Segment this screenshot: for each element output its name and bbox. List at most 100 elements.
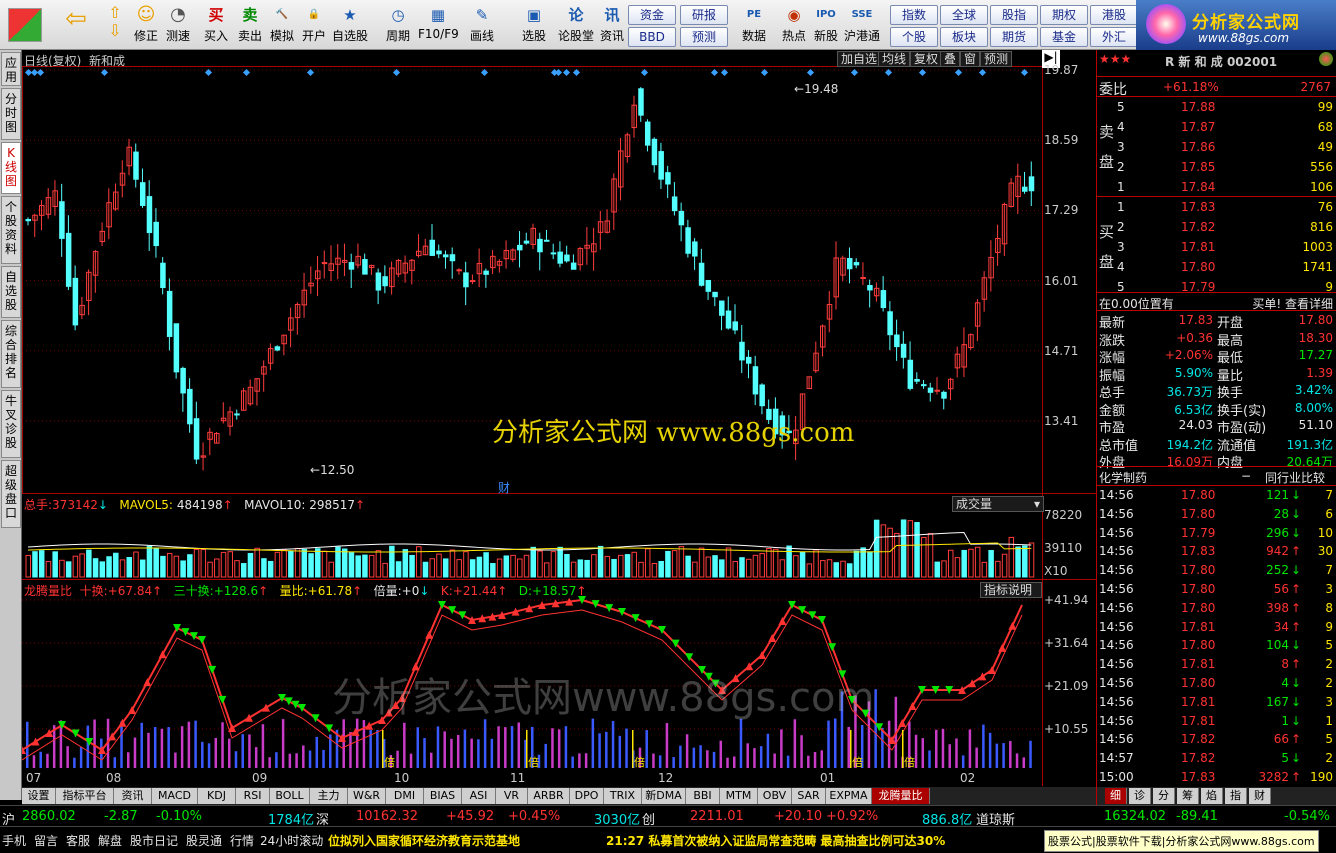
- indicator-tab-19[interactable]: OBV: [758, 788, 792, 804]
- indicator-tab-0[interactable]: 设置: [22, 788, 56, 804]
- bids-level-row[interactable]: 1 17.83 76: [1097, 197, 1336, 217]
- left-tab-super[interactable]: 超级盘口: [1, 460, 21, 528]
- draw-button[interactable]: ✎ 画线: [462, 4, 502, 48]
- f10-button[interactable]: ▦ F10/F9: [418, 4, 459, 48]
- signal-diamond-icon[interactable]: [562, 68, 571, 77]
- status-link-5[interactable]: 股灵通: [186, 832, 222, 849]
- period-button[interactable]: ◷ 周期: [378, 4, 418, 48]
- indicator-tab-14[interactable]: DPO: [570, 788, 604, 804]
- left-tab-kline[interactable]: K线图: [1, 142, 21, 194]
- signal-diamond-icon[interactable]: [954, 68, 963, 77]
- market-button-3-1[interactable]: 板块: [940, 27, 988, 47]
- indicator-tab-6[interactable]: BOLL: [270, 788, 310, 804]
- indicator-tab-11[interactable]: ASI: [462, 788, 496, 804]
- indicator-tab-7[interactable]: 主力: [310, 788, 348, 804]
- industry-row[interactable]: 化学制药 − 同行业比较: [1097, 466, 1336, 486]
- quote-tab-1[interactable]: 诊: [1129, 788, 1151, 804]
- status-link-3[interactable]: 解盘: [98, 832, 122, 849]
- market-button-3-4[interactable]: 外汇: [1090, 27, 1138, 47]
- quote-tab-2[interactable]: 分: [1153, 788, 1175, 804]
- news-ticker-2[interactable]: 21:27 私募首次被纳入证监局常查范畴 最高抽查比例可达30%: [606, 832, 945, 849]
- quote-tab-4[interactable]: 焰: [1201, 788, 1223, 804]
- indicator-tab-5[interactable]: RSI: [236, 788, 270, 804]
- asks-level-row[interactable]: 4 17.87 68: [1097, 117, 1336, 137]
- status-link-4[interactable]: 股市日记: [130, 832, 178, 849]
- indicator-tab-2[interactable]: 资讯: [114, 788, 152, 804]
- indicator-tab-8[interactable]: W&R: [348, 788, 386, 804]
- app-logo-icon[interactable]: [8, 8, 42, 42]
- left-tab-diagnose[interactable]: 牛叉诊股: [1, 390, 21, 458]
- market-button-2-4[interactable]: 港股: [1090, 5, 1138, 25]
- market-button-2-1[interactable]: 全球: [940, 5, 988, 25]
- left-tab-rank[interactable]: 综合排名: [1, 320, 21, 388]
- chart-button-1[interactable]: 均线: [878, 51, 911, 67]
- chart-button-0[interactable]: 加自选: [837, 51, 882, 67]
- down-arrow-icon[interactable]: ⇩: [104, 22, 126, 40]
- indicator-tab-3[interactable]: MACD: [152, 788, 198, 804]
- news-button[interactable]: 讯资讯: [592, 4, 632, 48]
- left-tab-watch[interactable]: 自选股: [1, 266, 21, 318]
- market-button-2-0[interactable]: 指数: [890, 5, 938, 25]
- chart-button-3[interactable]: 叠: [940, 51, 961, 67]
- market-button-2-3[interactable]: 期权: [1040, 5, 1088, 25]
- left-tab-profile[interactable]: 个股资料: [1, 196, 21, 264]
- quote-tab-6[interactable]: 财: [1249, 788, 1271, 804]
- asks-level-row[interactable]: 1 17.84 106: [1097, 177, 1336, 197]
- asks-level-row[interactable]: 5 17.88 99: [1097, 97, 1336, 117]
- indicator-tab-18[interactable]: MTM: [720, 788, 758, 804]
- signal-diamond-icon[interactable]: [306, 68, 315, 77]
- signal-diamond-icon[interactable]: [242, 68, 251, 77]
- market-button-3-3[interactable]: 基金: [1040, 27, 1088, 47]
- industry-compare-link[interactable]: 同行业比较: [1265, 469, 1325, 486]
- indicator-tab-9[interactable]: DMI: [386, 788, 424, 804]
- new-stock-button[interactable]: IPO 新股: [806, 4, 846, 48]
- fund-button[interactable]: 资金: [628, 5, 676, 25]
- bids-level-row[interactable]: 3 17.81 1003: [1097, 237, 1336, 257]
- market-button-3-0[interactable]: 个股: [890, 27, 938, 47]
- indicator-tab-13[interactable]: ARBR: [528, 788, 570, 804]
- hk-connect-button[interactable]: SSE 沪港通: [842, 4, 882, 48]
- chart-button-2[interactable]: 复权: [910, 51, 943, 67]
- indicator-tab-4[interactable]: KDJ: [198, 788, 236, 804]
- indicator-tab-21[interactable]: EXPMA: [826, 788, 872, 804]
- status-link-2[interactable]: 客服: [66, 832, 90, 849]
- indicator-tab-12[interactable]: VR: [496, 788, 528, 804]
- stock-pick-button[interactable]: ▣ 选股: [514, 4, 554, 48]
- news-ticker-1[interactable]: 位拟列入国家循环经济教育示范基地: [328, 832, 520, 849]
- signal-diamond-icon[interactable]: [918, 68, 927, 77]
- kline-chart-area[interactable]: 倍倍倍倍倍 日线(复权) 新和成 加自选 均线 复权叠窗预测 ▶| 19.87 18.…: [22, 50, 1096, 786]
- left-tab-apply[interactable]: 应用: [1, 52, 21, 86]
- indicator-tab-16[interactable]: 新DMA: [642, 788, 686, 804]
- signal-diamond-icon[interactable]: [806, 68, 815, 77]
- quote-tab-5[interactable]: 指: [1225, 788, 1247, 804]
- signal-diamond-icon[interactable]: [710, 68, 719, 77]
- asks-level-row[interactable]: 3 17.86 49: [1097, 137, 1336, 157]
- chart-button-5[interactable]: 预测: [980, 51, 1013, 67]
- status-link-6[interactable]: 行情: [230, 832, 254, 849]
- watchlist-button[interactable]: ★ 自选股: [330, 4, 370, 48]
- bbd-button[interactable]: BBD: [628, 27, 676, 47]
- market-button-2-2[interactable]: 股指: [990, 5, 1038, 25]
- quote-tab-3[interactable]: 筹: [1177, 788, 1199, 804]
- status-icon[interactable]: [1319, 52, 1333, 66]
- fix-button[interactable]: ☺ 修正: [131, 4, 161, 48]
- status-link-7[interactable]: 24小时滚动: [260, 832, 323, 849]
- open-account-button[interactable]: 🔒 开户: [294, 4, 334, 48]
- scroll-nav[interactable]: ⇧ ⇩: [103, 4, 127, 48]
- data-button[interactable]: PE 数据: [734, 4, 774, 48]
- asks-level-row[interactable]: 2 17.85 556: [1097, 157, 1336, 177]
- research-button[interactable]: 研报: [680, 5, 728, 25]
- speed-test-button[interactable]: ◔ 测速: [162, 4, 194, 48]
- position-row[interactable]: 在0.00位置有 买单! 查看详细: [1097, 292, 1336, 312]
- market-button-3-2[interactable]: 期货: [990, 27, 1038, 47]
- signal-diamond-icon[interactable]: [850, 68, 859, 77]
- signal-diamond-icon[interactable]: [554, 68, 563, 77]
- forecast-button[interactable]: 预测: [680, 27, 728, 47]
- back-button[interactable]: ⇦: [58, 4, 94, 48]
- indicator-tab-15[interactable]: TRIX: [604, 788, 642, 804]
- indicator-tab-22[interactable]: 龙腾量比: [872, 788, 930, 804]
- up-arrow-icon[interactable]: ⇧: [104, 4, 126, 22]
- signal-diamond-icon[interactable]: [978, 68, 987, 77]
- indicator-tab-10[interactable]: BIAS: [424, 788, 462, 804]
- financial-marker[interactable]: 财: [498, 479, 510, 496]
